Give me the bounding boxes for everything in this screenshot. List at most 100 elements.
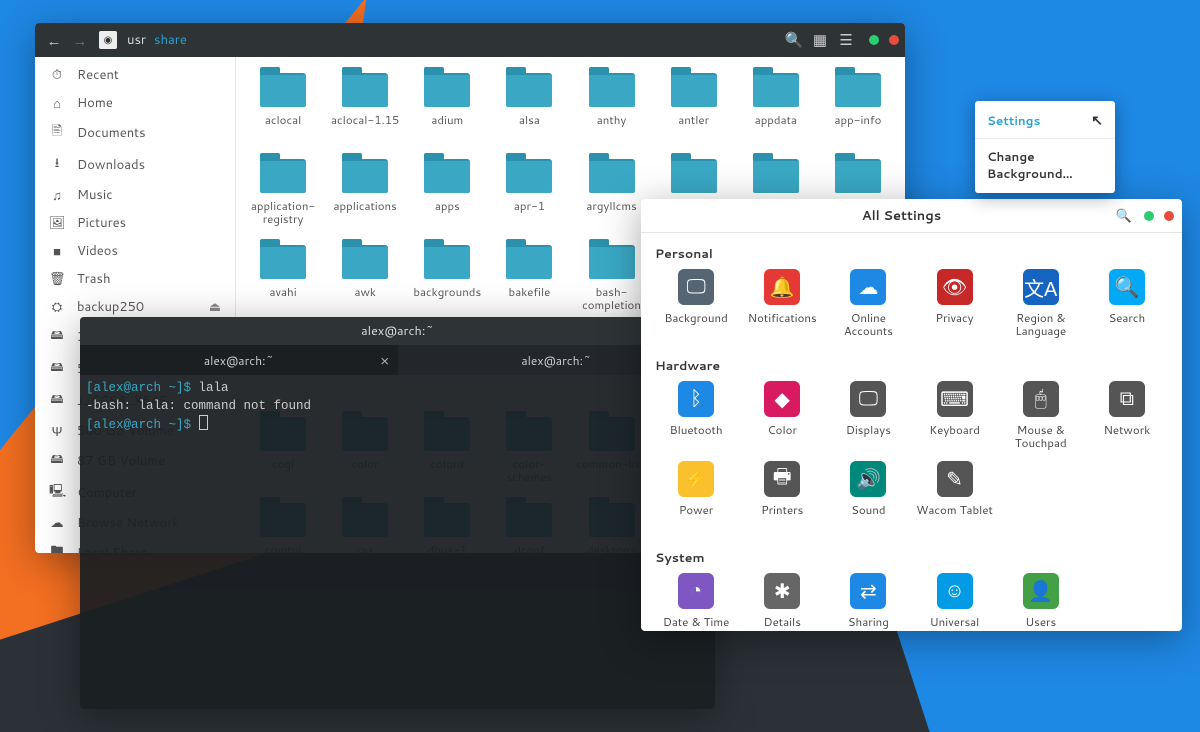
breadcrumb-usr[interactable]: usr — [127, 31, 146, 49]
folder-backgrounds[interactable]: backgrounds — [406, 241, 488, 319]
sidebar-item-label: Documents — [77, 124, 146, 142]
sidebar-icon: ⭳ — [49, 154, 65, 176]
sidebar-icon: ■ — [49, 244, 65, 259]
search-icon[interactable]: 🔍 — [1114, 208, 1134, 224]
settings-item-privacy[interactable]: 👁Privacy — [913, 269, 995, 345]
settings-item-printers[interactable]: 🖶Printers — [741, 461, 823, 537]
folder-label: bash-completion — [575, 285, 649, 311]
sidebar-item-label: Home — [77, 94, 113, 112]
list-view-icon[interactable]: ☰ — [833, 27, 859, 53]
folder-aclocal[interactable]: aclocal — [242, 69, 324, 147]
settings-item-region-language[interactable]: 文ARegion & Language — [1000, 269, 1082, 345]
sidebar-item-home[interactable]: ⌂Home — [35, 89, 235, 117]
settings-item-wacom-tablet[interactable]: ✎Wacom Tablet — [913, 461, 995, 537]
folder-icon — [589, 245, 635, 279]
sidebar-item-trash[interactable]: 🗑Trash — [35, 265, 235, 293]
folder-icon — [671, 159, 717, 193]
settings-item-keyboard[interactable]: ⌨Keyboard — [913, 381, 995, 457]
breadcrumb-share[interactable]: share — [154, 31, 187, 49]
sidebar-item-pictures[interactable]: 🖼Pictures — [35, 209, 235, 237]
settings-icon: 🖶 — [764, 461, 800, 497]
settings-item-color[interactable]: ◆Color — [741, 381, 823, 457]
folder-antler[interactable]: antler — [653, 69, 735, 147]
sidebar-item-label: Downloads — [77, 156, 145, 174]
settings-item-bluetooth[interactable]: ᛒBluetooth — [655, 381, 737, 457]
folder-apps[interactable]: apps — [406, 155, 488, 233]
settings-item-label: Power — [679, 503, 713, 516]
folder-appdata[interactable]: appdata — [735, 69, 817, 147]
terminal-tab-1[interactable]: alex@arch:~ × — [80, 345, 398, 375]
settings-item-sharing[interactable]: ⇄Sharing — [827, 573, 909, 631]
folder-applications[interactable]: applications — [324, 155, 406, 233]
close-icon[interactable]: × — [380, 350, 390, 371]
eject-icon[interactable]: ⏏ — [209, 299, 221, 315]
sidebar-item-music[interactable]: ♫Music — [35, 181, 235, 209]
window-close[interactable] — [1164, 211, 1174, 221]
settings-item-label: Online Accounts — [827, 311, 909, 337]
settings-item-background[interactable]: 🖵Background — [655, 269, 737, 345]
search-icon[interactable]: 🔍 — [781, 27, 807, 53]
window-minimize[interactable] — [869, 35, 879, 45]
folder-apr-1[interactable]: apr-1 — [488, 155, 570, 233]
window-minimize[interactable] — [1144, 211, 1154, 221]
sidebar-item-documents[interactable]: 🖹 Documents — [35, 117, 235, 149]
folder-label: apr-1 — [514, 199, 545, 212]
sidebar-item-downloads[interactable]: ⭳ Downloads — [35, 149, 235, 181]
folder-icon — [260, 159, 306, 193]
terminal-content[interactable]: [alex@arch ~]$ lala-bash: lala: command … — [80, 375, 715, 438]
menu-item-label: Settings — [987, 112, 1040, 129]
folder-label: appdata — [755, 113, 797, 126]
settings-item-label: Sharing — [848, 615, 889, 628]
back-button[interactable]: ← — [41, 27, 67, 53]
sidebar-icon: 🖴 — [49, 326, 65, 348]
settings-item-sound[interactable]: 🔊Sound — [827, 461, 909, 537]
context-menu-settings[interactable]: Settings ↖ — [975, 105, 1115, 136]
sidebar-item-recent[interactable]: ⏱Recent — [35, 61, 235, 89]
context-menu-change-background[interactable]: Change Background… — [975, 141, 1115, 189]
folder-aclocal-1.15[interactable]: aclocal-1.15 — [324, 69, 406, 147]
settings-titlebar: All Settings 🔍 — [641, 199, 1182, 233]
menu-separator — [975, 138, 1115, 139]
sidebar-icon: 🖴 — [49, 450, 65, 472]
file-manager-titlebar: ← → ◉ usr share 🔍 ▦ ☰ — [35, 23, 905, 57]
settings-item-users[interactable]: 👤Users — [1000, 573, 1082, 631]
folder-icon — [424, 73, 470, 107]
settings-item-online-accounts[interactable]: ☁Online Accounts — [827, 269, 909, 345]
folder-awk[interactable]: awk — [324, 241, 406, 319]
settings-category-personal: Personal🖵Background🔔Notifications☁Online… — [641, 233, 1182, 345]
settings-icon: ◆ — [764, 381, 800, 417]
terminal-window: alex@arch:~ alex@arch:~ × alex@arch:~ [a… — [80, 317, 715, 709]
settings-item-label: Search — [1109, 311, 1146, 324]
settings-icon: ◔ — [678, 573, 714, 609]
settings-item-details[interactable]: ✱Details — [741, 573, 823, 631]
settings-item-universal-access[interactable]: ☺Universal Access — [913, 573, 995, 631]
folder-application-registry[interactable]: application-registry — [242, 155, 324, 233]
settings-icon: 文A — [1023, 269, 1059, 305]
category-heading: Hardware — [655, 357, 1168, 375]
settings-category-system: System ◔Date & Time✱Details⇄Sharing☺Unive… — [641, 537, 1182, 631]
folder-label: aclocal-1.15 — [331, 113, 399, 126]
settings-item-displays[interactable]: 🖵Displays — [827, 381, 909, 457]
sidebar-item-videos[interactable]: ■Videos — [35, 237, 235, 265]
forward-button[interactable]: → — [67, 27, 93, 53]
settings-item-date-time[interactable]: ◔Date & Time — [655, 573, 737, 631]
settings-item-label: Privacy — [936, 311, 974, 324]
folder-avahi[interactable]: avahi — [242, 241, 324, 319]
settings-item-search[interactable]: 🔍Search — [1086, 269, 1168, 345]
settings-item-notifications[interactable]: 🔔Notifications — [741, 269, 823, 345]
settings-item-power[interactable]: ⚡Power — [655, 461, 737, 537]
disk-icon: ◉ — [99, 31, 117, 49]
folder-adium[interactable]: adium — [406, 69, 488, 147]
settings-window: All Settings 🔍 Personal🖵Background🔔Notif… — [641, 199, 1182, 631]
settings-item-mouse-touchpad[interactable]: 🖱Mouse & Touchpad — [1000, 381, 1082, 457]
folder-alsa[interactable]: alsa — [488, 69, 570, 147]
folder-bakefile[interactable]: bakefile — [488, 241, 570, 319]
settings-item-network[interactable]: ⧉Network — [1086, 381, 1168, 457]
settings-item-label: Details — [764, 615, 801, 628]
grid-view-icon[interactable]: ▦ — [807, 27, 833, 53]
folder-anthy[interactable]: anthy — [571, 69, 653, 147]
category-heading: System — [655, 549, 1168, 567]
sidebar-icon: 🖹 — [49, 122, 65, 144]
folder-app-info[interactable]: app-info — [817, 69, 899, 147]
window-close[interactable] — [889, 35, 899, 45]
